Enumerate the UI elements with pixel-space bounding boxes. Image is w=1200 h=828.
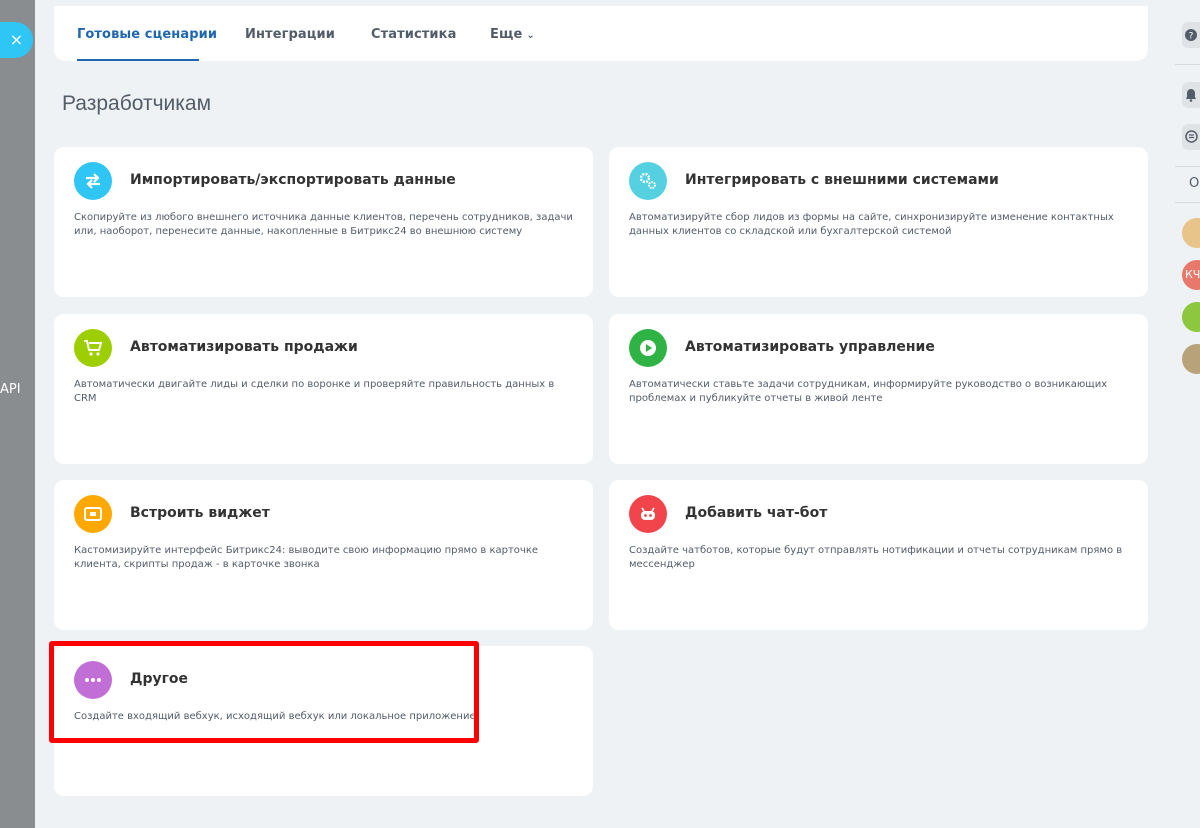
page-title: Разработчикам bbox=[62, 92, 212, 115]
arrows-swap-icon bbox=[74, 162, 112, 200]
rail-divider bbox=[1175, 166, 1200, 167]
main-content: Готовые сценарии Интеграции Статистика Е… bbox=[35, 0, 1165, 828]
tab-more-label: Еще bbox=[490, 27, 523, 42]
highlight-box bbox=[49, 641, 479, 743]
tab-more[interactable]: Еще ⌄ bbox=[490, 27, 535, 42]
tab-ready-scenarios[interactable]: Готовые сценарии bbox=[77, 27, 217, 42]
card-integrate-external[interactable]: Интегрировать с внешними системами Автом… bbox=[609, 147, 1148, 297]
gears-icon bbox=[629, 162, 667, 200]
card-embed-widget[interactable]: Встроить виджет Кастомизируйте интерфейс… bbox=[54, 480, 593, 630]
card-automate-management[interactable]: Автоматизировать управление Автоматическ… bbox=[609, 314, 1148, 464]
rail-divider bbox=[1175, 64, 1200, 65]
card-description: Скопируйте из любого внешнего источника … bbox=[74, 212, 573, 237]
chat-icon bbox=[1185, 130, 1198, 143]
card-title: Автоматизировать продажи bbox=[130, 339, 358, 355]
active-tab-underline bbox=[77, 59, 199, 61]
help-button[interactable]: ? bbox=[1182, 22, 1200, 48]
play-icon bbox=[629, 329, 667, 367]
bell-icon bbox=[1186, 89, 1196, 102]
close-button[interactable]: × bbox=[0, 22, 33, 58]
avatar[interactable] bbox=[1182, 218, 1200, 248]
widget-icon bbox=[74, 495, 112, 533]
card-title: Встроить виджет bbox=[130, 505, 270, 521]
card-add-chatbot[interactable]: Добавить чат-бот Создайте чатботов, кото… bbox=[609, 480, 1148, 630]
card-description: Создайте чатботов, которые будут отправл… bbox=[629, 545, 1123, 570]
card-title: Интегрировать с внешними системами bbox=[685, 172, 999, 188]
avatar[interactable]: КЧ bbox=[1182, 260, 1200, 290]
card-description: Кастомизируйте интерфейс Битрикс24: выво… bbox=[74, 545, 539, 570]
card-automate-sales[interactable]: Автоматизировать продажи Автоматически д… bbox=[54, 314, 593, 464]
card-title: Импортировать/экспортировать данные bbox=[130, 172, 456, 188]
top-tabs: Готовые сценарии Интеграции Статистика Е… bbox=[54, 6, 1148, 61]
chevron-down-icon: ⌄ bbox=[526, 30, 535, 41]
card-title: Добавить чат-бот bbox=[685, 505, 828, 521]
card-description: Автоматически ставьте задачи сотрудникам… bbox=[629, 379, 1108, 404]
api-label: API bbox=[0, 382, 21, 397]
help-icon: ? bbox=[1185, 29, 1197, 41]
card-description: Автоматизируйте сбор лидов из формы на с… bbox=[629, 212, 1114, 237]
robot-icon bbox=[629, 495, 667, 533]
avatar[interactable] bbox=[1182, 302, 1200, 332]
right-rail: ? О КЧ bbox=[1165, 0, 1200, 828]
notifications-button[interactable] bbox=[1182, 82, 1200, 108]
card-description: Автоматически двигайте лиды и сделки по … bbox=[74, 379, 555, 404]
search-contact-button[interactable]: О bbox=[1189, 176, 1199, 191]
rail-divider bbox=[1175, 202, 1200, 203]
svg-text:?: ? bbox=[1189, 32, 1194, 42]
chat-button[interactable] bbox=[1182, 124, 1200, 150]
close-icon: × bbox=[9, 30, 24, 49]
cart-icon bbox=[74, 329, 112, 367]
card-title: Автоматизировать управление bbox=[685, 339, 935, 355]
avatar[interactable] bbox=[1182, 344, 1200, 374]
tab-integrations[interactable]: Интеграции bbox=[245, 27, 335, 42]
card-import-export[interactable]: Импортировать/экспортировать данные Скоп… bbox=[54, 147, 593, 297]
tab-statistics[interactable]: Статистика bbox=[371, 27, 456, 42]
left-panel: × API bbox=[0, 0, 35, 828]
